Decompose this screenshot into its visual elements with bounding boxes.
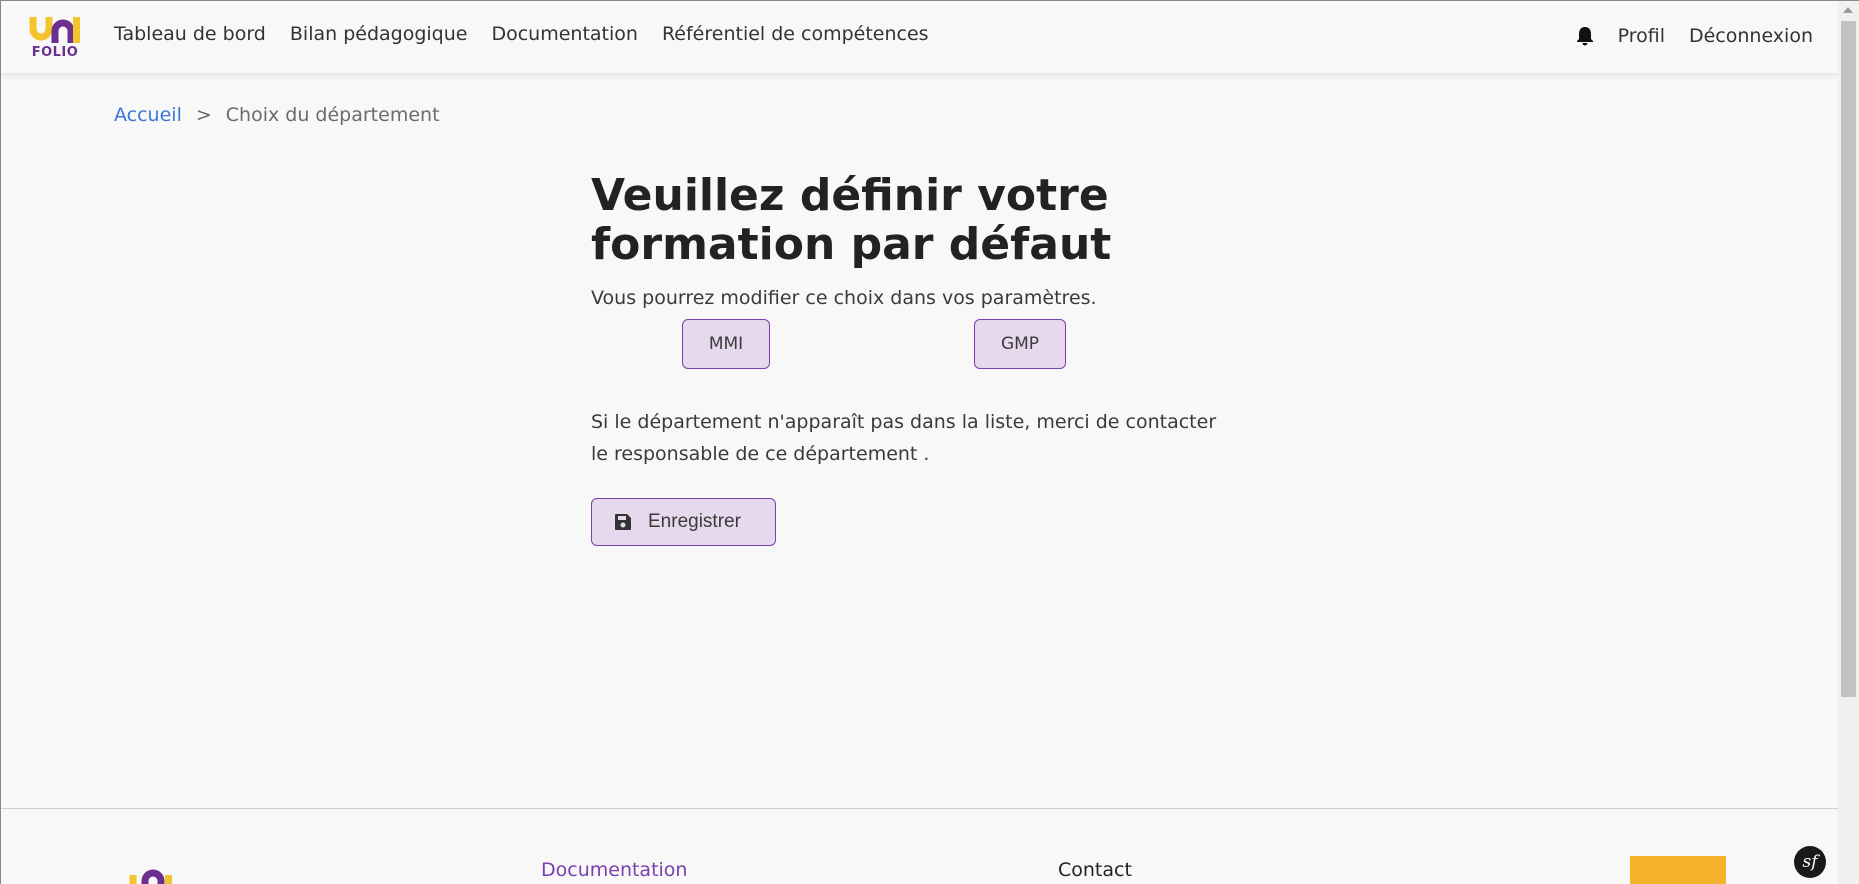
nav-tableau-de-bord[interactable]: Tableau de bord [114, 23, 266, 45]
symfony-icon[interactable]: sf [1794, 846, 1826, 878]
page-title-line2: formation par défaut [591, 219, 1112, 270]
department-options: MMI GMP [591, 309, 1271, 379]
top-navbar: FOLIO Tableau de bord Bilan pédagogique … [1, 1, 1839, 73]
scroll-thumb[interactable] [1841, 21, 1856, 697]
bell-icon[interactable] [1576, 26, 1594, 46]
help-note-line2: le responsable de ce département . [591, 443, 930, 465]
main-nav: Tableau de bord Bilan pédagogique Docume… [114, 23, 929, 45]
page-title: Veuillez définir votre formation par déf… [591, 171, 1271, 269]
nav-profil[interactable]: Profil [1618, 25, 1665, 47]
help-note: Si le département n'apparaît pas dans la… [591, 406, 1251, 470]
save-button[interactable]: Enregistrer [591, 498, 776, 546]
logo-mark-icon [29, 17, 80, 43]
footer-divider [1, 808, 1839, 809]
subtitle: Vous pourrez modifier ce choix dans vos … [591, 287, 1097, 309]
logo-text: FOLIO [31, 45, 79, 60]
user-nav: Profil Déconnexion [1576, 25, 1813, 47]
vertical-scrollbar[interactable] [1838, 1, 1859, 884]
nav-bilan-pedagogique[interactable]: Bilan pédagogique [290, 23, 468, 45]
nav-referentiel[interactable]: Référentiel de compétences [662, 23, 929, 45]
nav-documentation[interactable]: Documentation [491, 23, 637, 45]
department-button-gmp[interactable]: GMP [974, 319, 1066, 369]
department-button-mmi[interactable]: MMI [682, 319, 770, 369]
nav-deconnexion[interactable]: Déconnexion [1689, 25, 1813, 47]
footer-documentation-link[interactable]: Documentation [541, 859, 687, 881]
footer-contact-link[interactable]: Contact [1058, 859, 1132, 881]
breadcrumb-home-link[interactable]: Accueil [114, 104, 182, 126]
help-note-line1: Si le département n'apparaît pas dans la… [591, 411, 1217, 433]
unifolio-logo[interactable]: FOLIO [29, 13, 81, 61]
footer-badge [1630, 856, 1726, 884]
department-choice-form: Veuillez définir votre formation par déf… [591, 171, 1271, 546]
page-title-line1: Veuillez définir votre [591, 170, 1109, 221]
save-icon [615, 514, 631, 530]
scroll-up-arrow-icon[interactable] [1843, 7, 1853, 13]
save-button-label: Enregistrer [648, 511, 741, 532]
breadcrumb-separator: > [195, 104, 212, 126]
breadcrumb: Accueil > Choix du département [114, 104, 440, 126]
footer-logo [129, 869, 172, 884]
breadcrumb-current: Choix du département [225, 104, 440, 126]
